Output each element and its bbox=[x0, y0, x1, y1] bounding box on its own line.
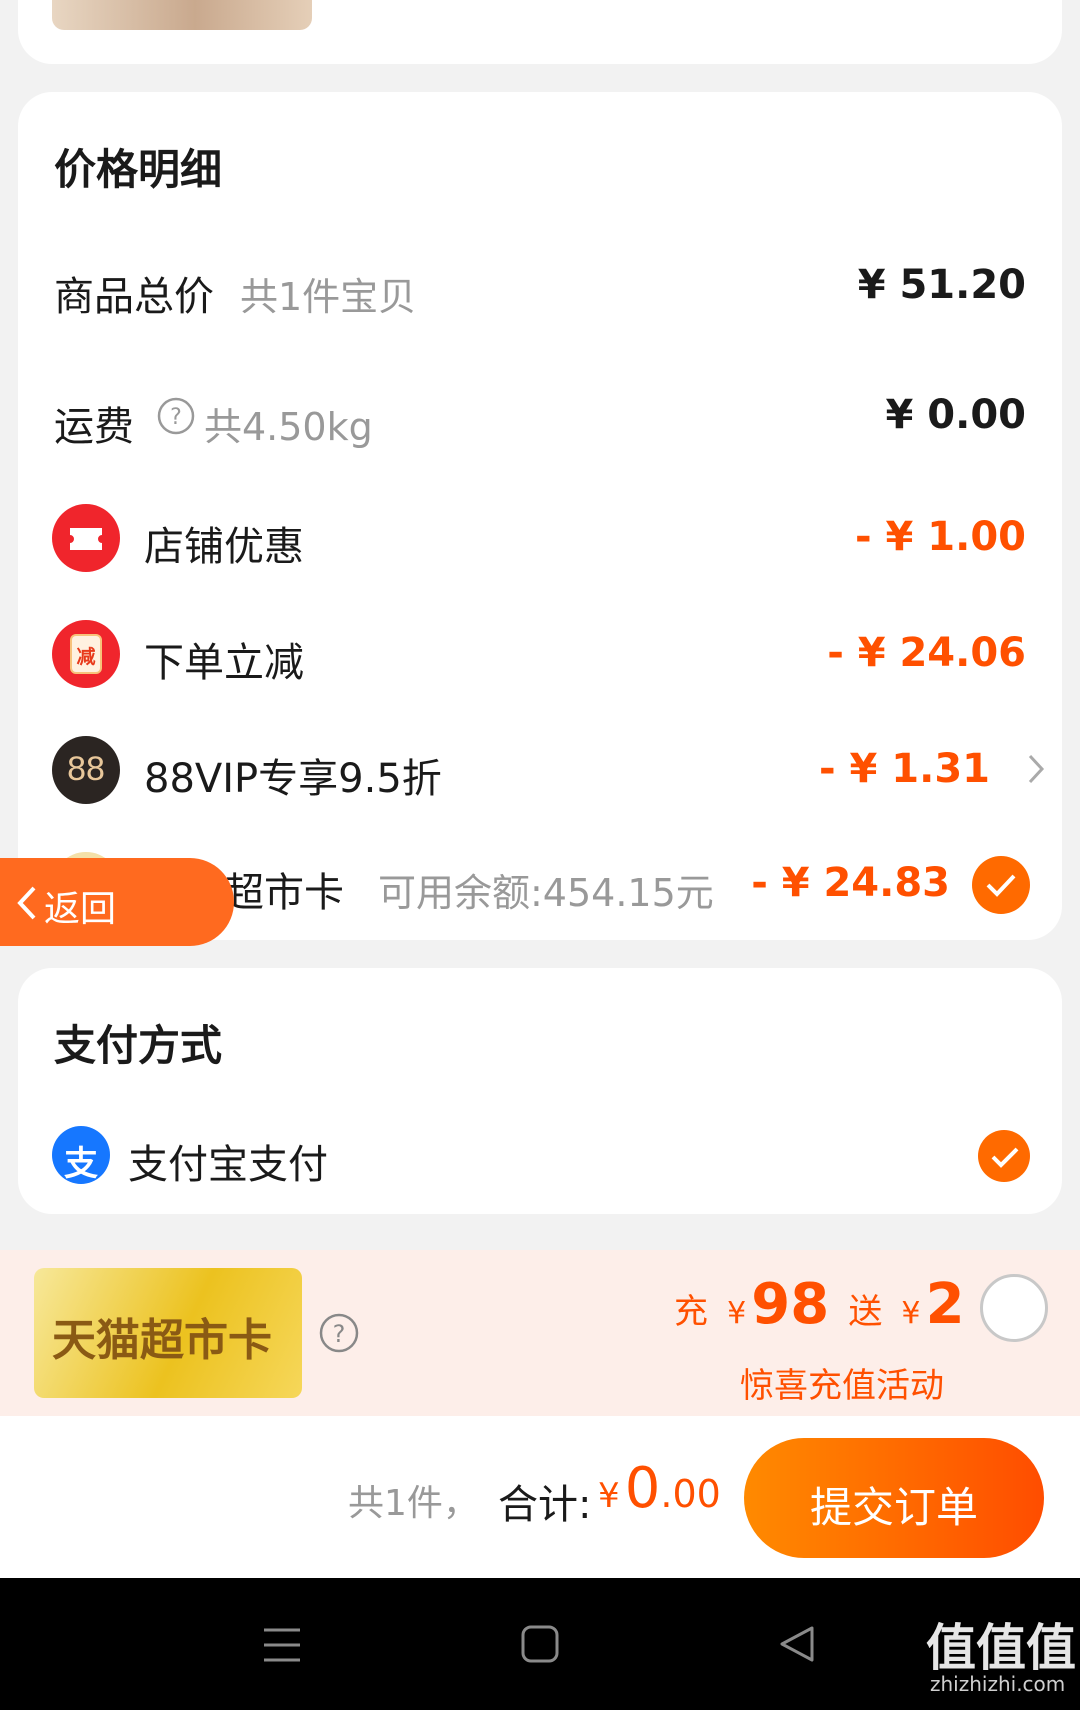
promo-subtitle: 惊喜充值活动 bbox=[740, 1366, 944, 1406]
price-detail-title: 价格明细 bbox=[54, 145, 223, 194]
subtotal-count: 共1件宝贝 bbox=[240, 275, 417, 319]
alipay-check-icon[interactable] bbox=[978, 1130, 1030, 1182]
payment-title: 支付方式 bbox=[54, 1021, 223, 1070]
product-thumbnail[interactable] bbox=[52, 0, 312, 30]
tmall-card-image: 天猫超市卡 bbox=[34, 1268, 302, 1398]
88vip-icon: 88 bbox=[52, 736, 120, 804]
tmall-card-amount: - ¥ 24.83 bbox=[751, 860, 950, 906]
tmall-card-image-label: 天猫超市卡 bbox=[52, 1315, 272, 1366]
submit-order-label: 提交订单 bbox=[809, 1483, 978, 1532]
payment-card: 支付方式 支 支付宝支付 bbox=[18, 968, 1062, 1214]
alipay-label: 支付宝支付 bbox=[128, 1142, 328, 1188]
recharge-promo-bar[interactable]: 天猫超市卡 ? 充 ¥ 98 送 ¥ 2 惊喜充值活动 bbox=[0, 1250, 1080, 1416]
promo-help-icon[interactable]: ? bbox=[318, 1312, 360, 1354]
alipay-icon: 支 bbox=[52, 1126, 110, 1184]
promo-radio[interactable] bbox=[980, 1274, 1048, 1342]
system-nav-bar: 值值值 zhizhizhi.com bbox=[0, 1578, 1080, 1710]
watermark-logo: 值值值 bbox=[926, 1619, 1076, 1677]
instant-discount-amount: - ¥ 24.06 bbox=[827, 630, 1026, 676]
gift-currency: ¥ bbox=[901, 1296, 921, 1331]
promo-offer: 充 ¥ 98 送 ¥ 2 bbox=[674, 1272, 965, 1342]
product-card bbox=[18, 0, 1062, 64]
88vip-amount: - ¥ 1.31 bbox=[819, 746, 990, 792]
item-count: 共1件， bbox=[348, 1483, 479, 1524]
svg-text:?: ? bbox=[170, 405, 182, 430]
watermark-url: zhizhizhi.com bbox=[930, 1672, 1066, 1696]
discount-jar-icon: 减 bbox=[52, 620, 120, 688]
store-discount-label: 店铺优惠 bbox=[144, 524, 304, 570]
shipping-label: 运费 bbox=[54, 404, 134, 450]
total-currency: ¥ bbox=[598, 1476, 620, 1516]
checkout-bar: 共1件， 合计: ¥ 0.00 提交订单 bbox=[0, 1416, 1080, 1578]
chevron-right-icon[interactable] bbox=[1026, 752, 1046, 786]
instant-discount-label: 下单立减 bbox=[144, 640, 304, 686]
total-amount: ¥ 0.00 bbox=[598, 1456, 721, 1521]
shipping-amount: ¥ 0.00 bbox=[885, 392, 1026, 438]
charge-amount: 98 bbox=[751, 1272, 830, 1337]
total-label: 合计: bbox=[498, 1482, 592, 1528]
price-detail-card: 价格明细 商品总价 共1件宝贝 ¥ 51.20 运费 ? 共4.50kg ¥ 0… bbox=[18, 92, 1062, 940]
shipping-weight: 共4.50kg bbox=[204, 405, 373, 449]
88vip-label: 88VIP专享9.5折 bbox=[144, 756, 442, 802]
tmall-card-balance: 可用余额:454.15元 bbox=[378, 871, 714, 915]
chevron-left-icon bbox=[17, 886, 36, 920]
total-int: 0 bbox=[624, 1456, 661, 1521]
back-button[interactable]: 返回 bbox=[0, 858, 234, 946]
tmall-card-check-icon[interactable] bbox=[972, 856, 1030, 914]
home-icon[interactable] bbox=[520, 1624, 560, 1664]
gift-amount: 2 bbox=[925, 1272, 965, 1337]
charge-prefix: 充 bbox=[674, 1292, 708, 1332]
subtotal-amount: ¥ 51.20 bbox=[857, 262, 1026, 308]
charge-currency: ¥ bbox=[727, 1296, 747, 1331]
subtotal-label: 商品总价 bbox=[54, 274, 214, 320]
svg-text:?: ? bbox=[333, 1320, 346, 1348]
coupon-icon bbox=[52, 504, 120, 572]
menu-icon[interactable] bbox=[262, 1626, 302, 1664]
submit-order-button[interactable]: 提交订单 bbox=[744, 1438, 1044, 1558]
gift-prefix: 送 bbox=[848, 1292, 883, 1332]
store-discount-amount: - ¥ 1.00 bbox=[855, 514, 1026, 560]
back-nav-icon[interactable] bbox=[778, 1624, 816, 1664]
help-icon[interactable]: ? bbox=[156, 396, 196, 436]
back-label: 返回 bbox=[44, 889, 117, 930]
total-decimal: .00 bbox=[660, 1472, 721, 1516]
